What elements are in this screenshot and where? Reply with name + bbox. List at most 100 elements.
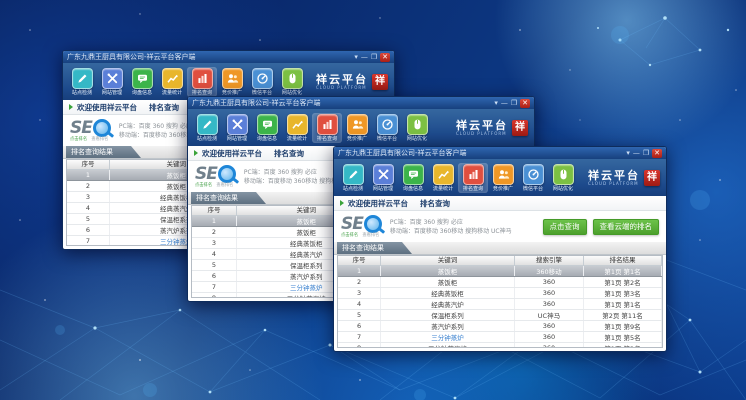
table-cell: 6: [192, 271, 237, 281]
magnifier-icon: [218, 165, 236, 183]
table-cell: 5: [192, 260, 237, 270]
seo-logo-text: SE: [195, 166, 217, 183]
table-cell: 3: [192, 238, 237, 248]
table-row[interactable]: 5保温柜系列UC神马第2页 第11名: [338, 310, 662, 321]
seo-banner: SE 点击排名 查看排名 PC端：百度 360 搜狗 必应 移动端：百度移动 3…: [334, 211, 666, 242]
toolbar-label: 网站优化: [407, 136, 427, 142]
toolbar-label: 网站管理: [227, 136, 247, 142]
mouse-icon: [407, 114, 428, 135]
toolbar-item-traffic[interactable]: 流量统计: [428, 163, 458, 193]
brand-seal-icon: 祥: [644, 170, 660, 186]
header-keyword: 关键词: [381, 256, 515, 265]
close-button[interactable]: ✕: [520, 99, 530, 108]
seo-logo-text: SE: [341, 216, 363, 233]
ranking-table: 序号 关键词 搜索引擎 排名结果 1蒸饭柜360移动第1页 第1名2蒸饭柜360…: [337, 255, 663, 348]
minimize-button[interactable]: —: [633, 149, 640, 158]
toolbar-item-ranking-query[interactable]: 排名查询: [312, 113, 342, 143]
toolbar-item-promotion[interactable]: 竞价推广: [342, 113, 372, 143]
toolbar-item-site-check[interactable]: 站点检测: [192, 113, 222, 143]
table-row[interactable]: 2蒸饭柜360第1页 第2名: [338, 277, 662, 288]
toolbar-item-ranking-query[interactable]: 排名查询: [187, 67, 217, 97]
skin-button[interactable]: ▾: [626, 149, 630, 158]
seo-tagline-left: 点击排名: [195, 183, 212, 188]
window-title: 广东九鼎王厨具有限公司-祥云平台客户端: [192, 97, 321, 109]
header-index: 序号: [67, 160, 110, 169]
toolbar-item-ranking-query[interactable]: 排名查询: [458, 163, 488, 193]
toolbar-label: 竞价推广: [347, 136, 367, 142]
line-chart-icon: [162, 68, 183, 89]
skin-button[interactable]: ▾: [354, 53, 358, 62]
maximize-button[interactable]: ❐: [643, 149, 649, 158]
toolbar-item-site-manage[interactable]: 网站管理: [97, 67, 127, 97]
brand-logo: 祥云平台 CLOUD PLATFORM 祥: [588, 170, 662, 186]
breadcrumb-arrow-icon: [69, 104, 73, 110]
table-cell: 1: [67, 170, 110, 180]
table-cell: 2: [338, 277, 381, 287]
toolbar-item-wechat-platform[interactable]: 微信平台: [247, 67, 277, 97]
minimize-button[interactable]: —: [501, 99, 508, 108]
window-titlebar[interactable]: 广东九鼎王厨具有限公司-祥云平台客户端 ▾ — ❐ ✕: [188, 97, 534, 109]
toolbar-item-site-check[interactable]: 站点检测: [338, 163, 368, 193]
window-titlebar[interactable]: 广东九鼎王厨具有限公司-祥云平台客户端 ▾ — ❐ ✕: [334, 147, 666, 159]
maximize-button[interactable]: ❐: [511, 99, 517, 108]
table-cell: 经典蒸饭柜: [381, 288, 515, 298]
engine-line-pc: PC端：百度 360 搜狗 必应: [390, 218, 512, 227]
message-bubble-icon: [403, 164, 424, 185]
minimize-button[interactable]: —: [361, 53, 368, 62]
table-cell: 2: [67, 181, 110, 191]
toolbar-item-wechat-platform[interactable]: 微信平台: [372, 113, 402, 143]
close-button[interactable]: ✕: [652, 149, 662, 158]
toolbar-label: 站点检测: [72, 90, 92, 96]
table-cell: 5: [338, 310, 381, 320]
cloud-ranking-button[interactable]: 查看云端的排名: [593, 219, 660, 235]
toolbar-label: 询盘信息: [403, 186, 423, 192]
toolbar-label: 竞价推广: [493, 186, 513, 192]
toolbar-item-inquiry[interactable]: 询盘信息: [252, 113, 282, 143]
window-title: 广东九鼎王厨具有限公司-祥云平台客户端: [67, 51, 196, 63]
tab-ranking-results[interactable]: 排名查询结果: [337, 242, 412, 254]
toolbar-label: 流量统计: [287, 136, 307, 142]
toolbar-item-site-optimize[interactable]: 网站优化: [277, 67, 307, 97]
close-button[interactable]: ✕: [380, 53, 390, 62]
table-row[interactable]: 8三分钟蒸汽炉360第1页 第2名: [338, 343, 662, 348]
toolbar-item-traffic[interactable]: 流量统计: [282, 113, 312, 143]
toolbar-label: 流量统计: [162, 90, 182, 96]
seo-tagline-left: 点击排名: [341, 233, 358, 238]
toolbar-label: 网站优化: [282, 90, 302, 96]
toolbar-item-site-manage[interactable]: 网站管理: [222, 113, 252, 143]
tab-ranking-results[interactable]: 排名查询结果: [191, 192, 266, 204]
brand-seal-icon: 祥: [372, 74, 388, 90]
skin-button[interactable]: ▾: [494, 99, 498, 108]
toolbar-label: 站点检测: [197, 136, 217, 142]
toolbar-item-promotion[interactable]: 竞价推广: [488, 163, 518, 193]
table-row[interactable]: 7三分钟蒸炉360第1页 第5名: [338, 332, 662, 343]
table-body: 1蒸饭柜360移动第1页 第1名2蒸饭柜360第1页 第2名3经典蒸饭柜360第…: [338, 266, 662, 348]
site-check-icon: [343, 164, 364, 185]
toolbar-item-site-optimize[interactable]: 网站优化: [548, 163, 578, 193]
gauge-icon: [252, 68, 273, 89]
toolbar-item-wechat-platform[interactable]: 微信平台: [518, 163, 548, 193]
maximize-button[interactable]: ❐: [371, 53, 377, 62]
toolbar-item-inquiry[interactable]: 询盘信息: [398, 163, 428, 193]
engine-list: PC端：百度 360 搜狗 必应 移动端：百度移动 360移动 搜狗移动 UC神…: [390, 218, 512, 236]
toolbar-item-promotion[interactable]: 竞价推广: [217, 67, 247, 97]
table-row[interactable]: 6蒸汽炉系列360第1页 第9名: [338, 321, 662, 332]
window-title: 广东九鼎王厨具有限公司-祥云平台客户端: [338, 147, 467, 159]
brand-seal-icon: 祥: [512, 120, 528, 136]
bar-chart-icon: [317, 114, 338, 135]
table-row[interactable]: 4经典蒸汽炉360第1页 第1名: [338, 299, 662, 310]
toolbar-item-site-manage[interactable]: 网站管理: [368, 163, 398, 193]
tab-ranking-results[interactable]: 排名查询结果: [66, 146, 141, 158]
tab-strip: 排名查询结果: [334, 242, 666, 255]
toolbar-item-site-check[interactable]: 站点检测: [67, 67, 97, 97]
breadcrumb-welcome: 欢迎使用祥云平台: [77, 102, 137, 113]
toolbar-item-inquiry[interactable]: 询盘信息: [127, 67, 157, 97]
toolbar-item-traffic[interactable]: 流量统计: [157, 67, 187, 97]
table-row[interactable]: 1蒸饭柜360移动第1页 第1名: [338, 266, 662, 277]
table-cell: 4: [67, 203, 110, 213]
table-row[interactable]: 3经典蒸饭柜360第1页 第3名: [338, 288, 662, 299]
toolbar-item-site-optimize[interactable]: 网站优化: [402, 113, 432, 143]
window-titlebar[interactable]: 广东九鼎王厨具有限公司-祥云平台客户端 ▾ — ❐ ✕: [63, 51, 394, 63]
query-button[interactable]: 点击查询: [543, 219, 587, 235]
toolbar-label: 网站管理: [102, 90, 122, 96]
